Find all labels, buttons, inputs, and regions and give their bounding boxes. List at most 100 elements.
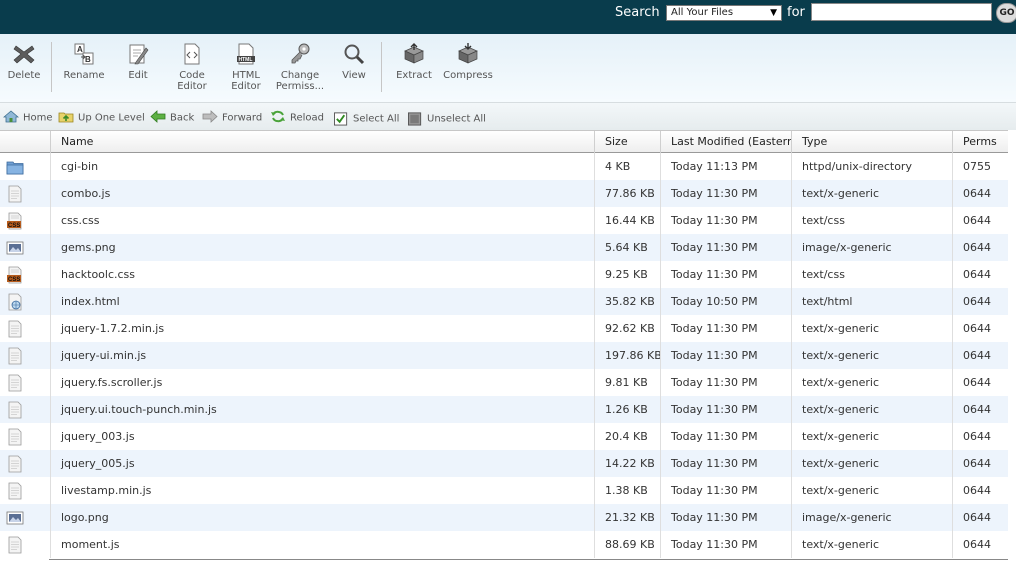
file-name[interactable]: jquery_005.js — [50, 450, 594, 477]
forward-link[interactable]: Forward — [202, 110, 262, 124]
file-perms: 0644 — [952, 369, 1008, 396]
html-editor-button[interactable]: HTML HTML Editor — [219, 42, 273, 92]
file-name[interactable]: jquery_003.js — [50, 423, 594, 450]
column-header-size[interactable]: Size — [594, 131, 660, 153]
code-editor-icon — [184, 43, 200, 65]
column-header-icon — [0, 131, 50, 153]
file-type: text/x-generic — [791, 315, 952, 342]
table-row[interactable]: livestamp.min.js 1.38 KB Today 11:30 PM tex… — [0, 477, 1008, 504]
file-icon-cell — [0, 504, 50, 531]
table-row[interactable]: combo.js 77.86 KB Today 11:30 PM text/x-gen… — [0, 180, 1008, 207]
compress-button[interactable]: Compress — [441, 42, 495, 81]
extract-button[interactable]: Extract — [387, 42, 441, 81]
view-button[interactable]: View — [327, 42, 381, 81]
file-name[interactable]: livestamp.min.js — [50, 477, 594, 504]
back-link[interactable]: Back — [150, 110, 194, 124]
column-header-type[interactable]: Type — [791, 131, 952, 153]
file-size: 88.69 KB — [594, 531, 660, 558]
text-file-icon — [6, 455, 24, 473]
folder-icon — [6, 158, 24, 176]
file-name[interactable]: cgi-bin — [50, 153, 594, 180]
change-permissions-button[interactable]: Change Permiss... — [273, 42, 327, 92]
file-icon-cell — [0, 153, 50, 180]
file-perms: 0644 — [952, 261, 1008, 288]
column-header-perms[interactable]: Perms — [952, 131, 1008, 153]
file-type: text/x-generic — [791, 180, 952, 207]
up-one-level-link[interactable]: Up One Level — [58, 111, 145, 124]
delete-button[interactable]: Delete — [0, 42, 51, 81]
go-button[interactable]: GO — [996, 3, 1016, 23]
home-link[interactable]: Home — [3, 110, 53, 124]
table-row[interactable]: jquery_005.js 14.22 KB Today 11:30 PM text/… — [0, 450, 1008, 477]
reload-link[interactable]: Reload — [270, 110, 324, 124]
table-row[interactable]: logo.png 21.32 KB Today 11:30 PM image/x-ge… — [0, 504, 1008, 531]
html-file-icon — [6, 293, 24, 311]
checked-checkbox-icon — [334, 112, 348, 126]
file-size: 5.64 KB — [594, 234, 660, 261]
rename-icon: A B — [74, 43, 94, 65]
table-row[interactable]: gems.png 5.64 KB Today 11:30 PM image/x-gen… — [0, 234, 1008, 261]
svg-text:CSS: CSS — [8, 277, 20, 283]
table-row[interactable]: jquery.ui.touch-punch.min.js 1.26 KB Today… — [0, 396, 1008, 423]
file-name[interactable]: css.css — [50, 207, 594, 234]
file-icon-cell — [0, 396, 50, 423]
search-scope-select[interactable]: All Your Files ▼ — [666, 5, 782, 21]
table-row[interactable]: cgi-bin 4 KB Today 11:13 PM httpd/unix-dire… — [0, 153, 1008, 180]
image-file-icon — [6, 239, 24, 257]
table-row[interactable]: jquery_003.js 20.4 KB Today 11:30 PM text/x… — [0, 423, 1008, 450]
file-size: 9.25 KB — [594, 261, 660, 288]
unselect-all-label: Unselect All — [427, 113, 486, 125]
select-all-link[interactable]: Select All — [334, 111, 399, 126]
file-type: text/html — [791, 288, 952, 315]
file-perms: 0644 — [952, 423, 1008, 450]
edit-button[interactable]: Edit — [111, 42, 165, 81]
file-icon-cell — [0, 477, 50, 504]
file-name[interactable]: jquery.ui.touch-punch.min.js — [50, 396, 594, 423]
file-name[interactable]: jquery-ui.min.js — [50, 342, 594, 369]
file-name[interactable]: logo.png — [50, 504, 594, 531]
rename-button[interactable]: A B Rename — [57, 42, 111, 81]
column-header-name[interactable]: Name — [50, 131, 594, 153]
toolbar-divider — [381, 42, 382, 92]
file-perms: 0644 — [952, 450, 1008, 477]
file-modified: Today 11:30 PM — [660, 396, 791, 423]
file-name[interactable]: gems.png — [50, 234, 594, 261]
table-row[interactable]: CSS hacktoolc.css 9.25 KB Today 11:30 PM tex… — [0, 261, 1008, 288]
file-icon-cell — [0, 450, 50, 477]
table-row[interactable]: CSS css.css 16.44 KB Today 11:30 PM text/css… — [0, 207, 1008, 234]
file-icon-cell — [0, 531, 50, 558]
text-file-icon — [6, 374, 24, 392]
back-arrow-icon — [150, 110, 166, 123]
file-name[interactable]: jquery.fs.scroller.js — [50, 369, 594, 396]
view-label: View — [342, 70, 366, 81]
file-type: text/x-generic — [791, 450, 952, 477]
file-type: image/x-generic — [791, 504, 952, 531]
table-row[interactable]: jquery.fs.scroller.js 9.81 KB Today 11:30 … — [0, 369, 1008, 396]
file-name[interactable]: index.html — [50, 288, 594, 315]
file-icon-cell — [0, 315, 50, 342]
file-size: 77.86 KB — [594, 180, 660, 207]
text-file-icon — [6, 347, 24, 365]
table-header: Name Size Last Modified (Eastern D Type … — [0, 130, 1008, 153]
file-name[interactable]: moment.js — [50, 531, 594, 558]
file-name[interactable]: hacktoolc.css — [50, 261, 594, 288]
search-input[interactable] — [811, 3, 992, 21]
column-header-last-modified[interactable]: Last Modified (Eastern D — [660, 131, 791, 153]
file-size: 35.82 KB — [594, 288, 660, 315]
table-row[interactable]: jquery-1.7.2.min.js 92.62 KB Today 11:30 P… — [0, 315, 1008, 342]
table-row[interactable]: moment.js 88.69 KB Today 11:30 PM text/x-ge… — [0, 531, 1008, 558]
file-name[interactable]: jquery-1.7.2.min.js — [50, 315, 594, 342]
file-toolbar: Delete A B Rename Edit Code Editor HTML … — [0, 34, 1016, 102]
unselect-all-link[interactable]: Unselect All — [408, 111, 486, 126]
file-icon-cell: CSS — [0, 261, 50, 288]
table-row[interactable]: jquery-ui.min.js 197.86 KB Today 11:30 PM t… — [0, 342, 1008, 369]
code-editor-button[interactable]: Code Editor — [165, 42, 219, 92]
reload-icon — [271, 110, 285, 123]
file-name[interactable]: combo.js — [50, 180, 594, 207]
file-type: text/css — [791, 261, 952, 288]
table-row[interactable]: index.html 35.82 KB Today 10:50 PM text/htm… — [0, 288, 1008, 315]
file-size: 197.86 KB — [594, 342, 660, 369]
chevron-down-icon: ▼ — [770, 8, 777, 18]
file-modified: Today 11:30 PM — [660, 342, 791, 369]
file-icon-cell: CSS — [0, 207, 50, 234]
